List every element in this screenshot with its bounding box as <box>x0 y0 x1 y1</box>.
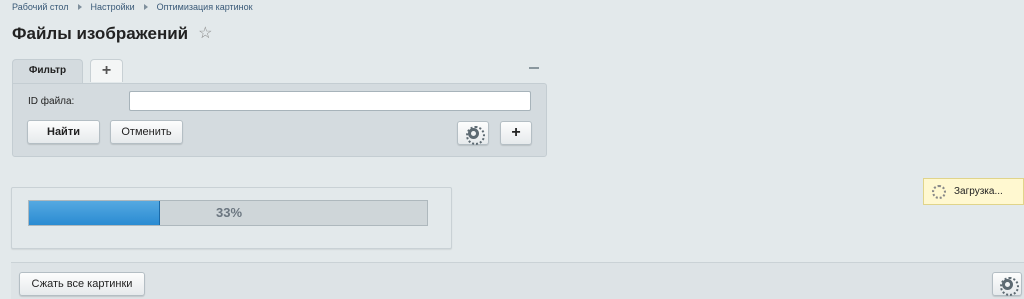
compress-all-button[interactable]: Сжать все картинки <box>19 272 145 296</box>
star-icon[interactable]: ☆ <box>198 26 212 42</box>
breadcrumb-item-settings[interactable]: Настройки <box>91 2 135 12</box>
gear-icon <box>465 125 485 145</box>
settings-button[interactable] <box>992 272 1022 296</box>
progress-panel: 33% <box>11 187 452 249</box>
spinner-icon <box>932 184 946 199</box>
gear-icon <box>999 276 1019 296</box>
page-title: Файлы изображений <box>12 24 189 43</box>
add-tab-button[interactable]: + <box>90 59 123 82</box>
filter-panel: ID файла: Найти Отменить + <box>12 83 547 157</box>
minimize-icon[interactable] <box>529 67 539 69</box>
breadcrumb: Рабочий стол Настройки Оптимизация карти… <box>12 2 253 12</box>
page-title-row: Файлы изображений ☆ <box>12 24 212 44</box>
loading-label: Загрузка... <box>954 186 1003 197</box>
add-filter-button[interactable]: + <box>500 121 532 145</box>
filter-settings-button[interactable] <box>457 121 489 145</box>
loading-indicator: Загрузка... <box>923 178 1024 205</box>
cancel-button[interactable]: Отменить <box>110 120 183 144</box>
tab-filter[interactable]: Фильтр <box>12 59 83 84</box>
progress-label: 33% <box>215 205 243 220</box>
breadcrumb-item-image-optimization[interactable]: Оптимизация картинок <box>157 2 253 12</box>
find-button[interactable]: Найти <box>27 120 100 144</box>
breadcrumb-separator-icon <box>77 4 82 10</box>
bottom-toolbar: Сжать все картинки <box>11 262 1024 299</box>
filter-tabs: Фильтр + <box>12 59 547 84</box>
breadcrumb-item-desktop[interactable]: Рабочий стол <box>12 2 69 12</box>
file-id-input[interactable] <box>129 91 531 111</box>
file-id-label: ID файла: <box>28 96 75 107</box>
breadcrumb-separator-icon <box>143 4 148 10</box>
progress-bar: 33% <box>28 200 428 226</box>
